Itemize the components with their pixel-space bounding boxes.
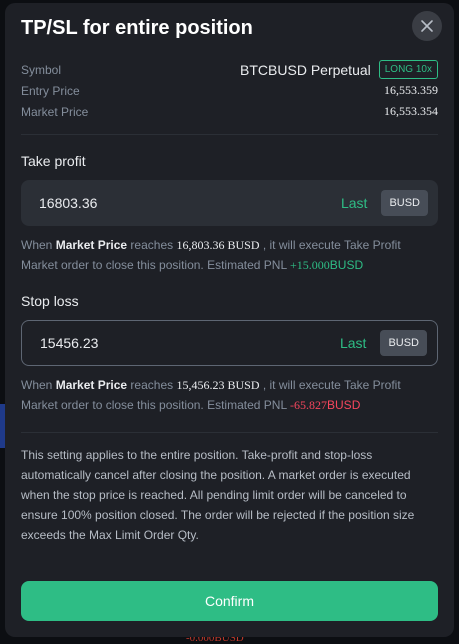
divider <box>21 134 438 135</box>
divider <box>21 432 438 433</box>
take-profit-last-toggle[interactable]: Last <box>341 195 367 211</box>
tpsl-note: This setting applies to the entire posit… <box>21 448 415 542</box>
desc-market-price: Market Price <box>55 378 128 392</box>
stop-loss-description: When Market Price reaches 15,456.23 BUSD… <box>21 375 438 415</box>
take-profit-description: When Market Price reaches 16,803.36 BUSD… <box>21 235 438 275</box>
take-profit-unit: BUSD <box>381 190 428 216</box>
tpsl-modal: TP/SL for entire position Symbol BTCBUSD… <box>5 3 454 637</box>
symbol-label: Symbol <box>21 62 62 77</box>
stop-loss-unit: BUSD <box>380 330 427 356</box>
take-profit-input[interactable] <box>37 194 341 212</box>
estimated-pnl-value: +15.000 <box>290 258 330 272</box>
close-button[interactable] <box>412 11 442 41</box>
position-info: Symbol BTCBUSD Perpetual LONG 10x Entry … <box>21 59 438 122</box>
estimated-pnl-unit: BUSD <box>329 258 364 272</box>
close-icon <box>421 20 433 32</box>
position-side-badge: LONG 10x <box>378 60 438 79</box>
entry-price-value: 16,553.359 <box>384 83 438 97</box>
stop-loss-field[interactable]: Last BUSD <box>21 320 438 366</box>
entry-price-row: Entry Price 16,553.359 <box>21 80 438 101</box>
entry-price-label: Entry Price <box>21 83 80 98</box>
confirm-button[interactable]: Confirm <box>21 581 438 621</box>
desc-text: reaches <box>130 238 174 252</box>
modal-title: TP/SL for entire position <box>21 17 253 39</box>
desc-text: When <box>21 238 53 252</box>
desc-text: When <box>21 378 53 392</box>
market-price-row: Market Price 16,553.354 <box>21 101 438 122</box>
market-price-value: 16,553.354 <box>384 104 438 118</box>
stop-loss-title: Stop loss <box>21 293 79 309</box>
desc-text: reaches <box>130 378 174 392</box>
symbol-value: BTCBUSD Perpetual <box>240 61 371 78</box>
stop-loss-input[interactable] <box>38 334 340 352</box>
desc-trigger-price: 16,803.36 BUSD <box>176 238 260 252</box>
estimated-pnl-value: -65.827 <box>290 398 328 412</box>
estimated-pnl-unit: BUSD <box>327 398 361 412</box>
take-profit-title: Take profit <box>21 153 86 169</box>
symbol-value-wrap: BTCBUSD Perpetual LONG 10x <box>240 60 438 79</box>
stop-loss-last-toggle[interactable]: Last <box>340 335 366 351</box>
market-price-label: Market Price <box>21 104 89 119</box>
take-profit-field[interactable]: Last BUSD <box>21 180 438 226</box>
desc-trigger-price: 15,456.23 BUSD <box>176 378 260 392</box>
desc-market-price: Market Price <box>55 238 128 252</box>
symbol-row: Symbol BTCBUSD Perpetual LONG 10x <box>21 59 438 80</box>
